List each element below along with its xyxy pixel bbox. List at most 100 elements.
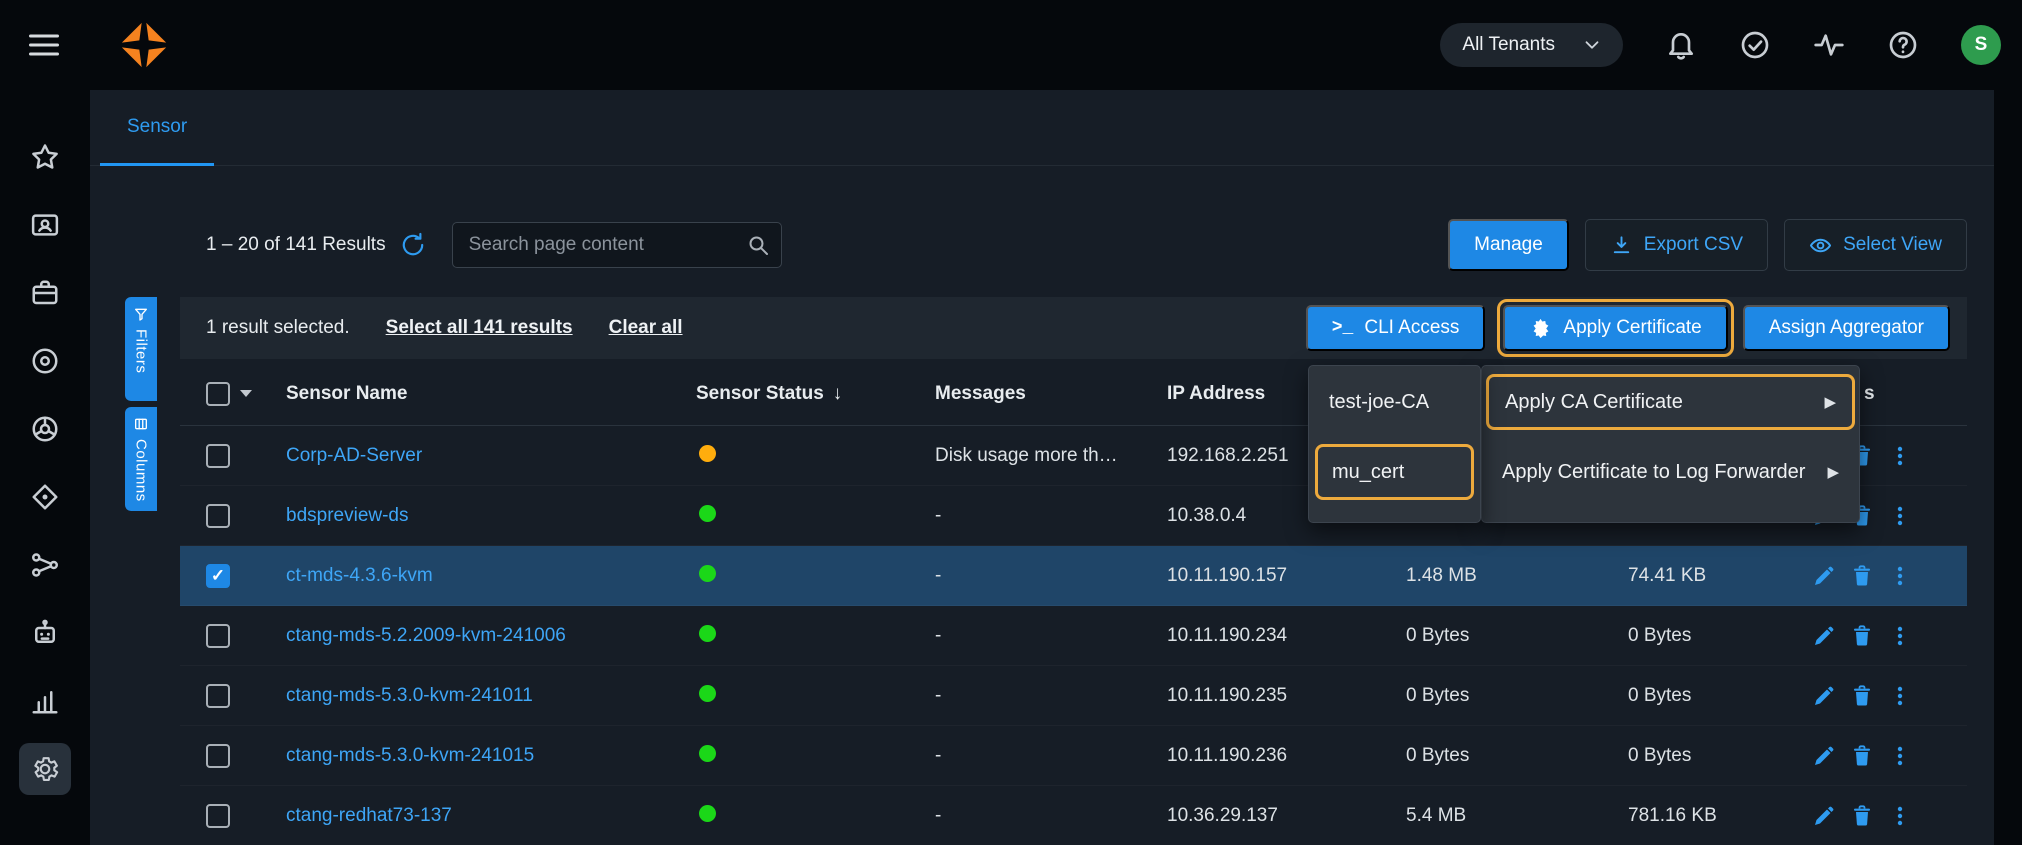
apply-certificate-button[interactable]: Apply Certificate <box>1503 305 1727 351</box>
sensor-name-link[interactable]: bdspreview-ds <box>286 505 409 526</box>
more-options-icon[interactable] <box>1888 564 1912 588</box>
assign-aggregator-button[interactable]: Assign Aggregator <box>1743 305 1950 351</box>
select-all-checkbox[interactable] <box>206 382 230 406</box>
clear-all-link[interactable]: Clear all <box>609 317 683 339</box>
refresh-icon[interactable] <box>400 232 426 258</box>
sensor-name-link[interactable]: ctang-redhat73-137 <box>286 805 452 826</box>
user-avatar[interactable]: S <box>1961 25 2001 65</box>
tenant-selector[interactable]: All Tenants <box>1440 23 1623 67</box>
delete-icon[interactable] <box>1850 804 1874 828</box>
size-cell-2: 0 Bytes <box>1628 625 1812 647</box>
row-checkbox[interactable] <box>206 804 230 828</box>
row-checkbox[interactable] <box>206 624 230 648</box>
status-dot <box>699 625 716 642</box>
header-sensor-status[interactable]: Sensor Status <box>696 383 935 405</box>
cli-access-button[interactable]: >_ CLI Access <box>1306 305 1486 351</box>
edit-icon[interactable] <box>1812 624 1836 648</box>
status-dot <box>699 745 716 762</box>
hamburger-menu-icon[interactable] <box>26 27 62 63</box>
selection-caret-icon[interactable] <box>240 390 252 397</box>
row-checkbox[interactable] <box>206 564 230 588</box>
header-sensor-name[interactable]: Sensor Name <box>286 383 696 405</box>
sensor-name-link[interactable]: ctang-mds-5.3.0-kvm-241011 <box>286 685 533 706</box>
more-options-icon[interactable] <box>1888 804 1912 828</box>
certificate-seal-icon <box>1529 317 1552 340</box>
select-all-link[interactable]: Select all 141 results <box>386 317 573 339</box>
delete-icon[interactable] <box>1850 564 1874 588</box>
header-messages[interactable]: Messages <box>935 383 1167 405</box>
network-nodes-icon[interactable] <box>28 548 62 582</box>
more-options-icon[interactable] <box>1888 444 1912 468</box>
tab-bar: Sensor <box>90 90 1994 166</box>
main-panel: Sensor 1 – 20 of 141 Results Manage Expo… <box>90 90 1994 845</box>
sensor-name-link[interactable]: ctang-mds-5.3.0-kvm-241015 <box>286 745 534 766</box>
row-checkbox[interactable] <box>206 504 230 528</box>
submenu-item-mu-cert[interactable]: mu_cert <box>1315 444 1474 500</box>
menu-item-apply-ca-certificate[interactable]: Apply CA Certificate ▶ <box>1486 374 1855 430</box>
manage-button-label: Manage <box>1474 234 1543 256</box>
more-options-icon[interactable] <box>1888 684 1912 708</box>
sensor-name-link[interactable]: ctang-mds-5.2.2009-kvm-241006 <box>286 625 566 646</box>
messages-cell: - <box>935 565 1167 587</box>
eye-icon <box>1809 234 1832 257</box>
more-options-icon[interactable] <box>1888 504 1912 528</box>
help-icon[interactable] <box>1887 29 1919 61</box>
edit-icon[interactable] <box>1812 684 1836 708</box>
reports-chart-icon[interactable] <box>28 684 62 718</box>
analytics-wheel-icon[interactable] <box>28 412 62 446</box>
tenant-selector-value: All Tenants <box>1462 34 1555 56</box>
sensor-name-link[interactable]: ct-mds-4.3.6-kvm <box>286 565 433 586</box>
disc-icon[interactable] <box>28 344 62 378</box>
notifications-bell-icon[interactable] <box>1665 29 1697 61</box>
filters-side-tab[interactable]: Filters <box>125 297 157 401</box>
size-cell-1: 0 Bytes <box>1406 685 1628 707</box>
chevron-down-icon <box>1581 34 1603 56</box>
selection-bar: 1 result selected. Select all 141 result… <box>180 297 1967 359</box>
delete-icon[interactable] <box>1850 684 1874 708</box>
apply-certificate-highlight-ring: Apply Certificate <box>1497 299 1733 357</box>
download-icon <box>1610 234 1633 257</box>
manage-button[interactable]: Manage <box>1448 219 1569 271</box>
activity-pulse-icon[interactable] <box>1813 29 1845 61</box>
row-checkbox[interactable] <box>206 744 230 768</box>
menu-item-apply-cert-log-forwarder[interactable]: Apply Certificate to Log Forwarder ▶ <box>1486 444 1855 500</box>
submenu-item-test-joe-ca[interactable]: test-joe-CA <box>1315 374 1474 430</box>
edit-icon[interactable] <box>1812 804 1836 828</box>
menu-item-label: Apply Certificate to Log Forwarder <box>1502 461 1805 484</box>
table-row: ctang-mds-5.2.2009-kvm-241006 - 10.11.19… <box>180 606 1967 666</box>
select-view-button[interactable]: Select View <box>1784 219 1967 271</box>
automation-robot-icon[interactable] <box>28 616 62 650</box>
size-cell-1: 1.48 MB <box>1406 565 1628 587</box>
topbar-icons <box>1665 29 1919 61</box>
tab-sensor[interactable]: Sensor <box>100 90 214 166</box>
search-box <box>452 222 782 268</box>
size-cell-2: 781.16 KB <box>1628 805 1812 827</box>
table-row: ctang-mds-5.3.0-kvm-241011 - 10.11.190.2… <box>180 666 1967 726</box>
columns-tab-label: Columns <box>133 439 150 502</box>
columns-side-tab[interactable]: Columns <box>125 407 157 511</box>
settings-gear-icon[interactable] <box>19 743 71 795</box>
delete-icon[interactable] <box>1850 744 1874 768</box>
case-briefcase-icon[interactable] <box>28 276 62 310</box>
row-checkbox[interactable] <box>206 444 230 468</box>
edit-icon[interactable] <box>1812 744 1836 768</box>
export-csv-button[interactable]: Export CSV <box>1585 219 1768 271</box>
messages-cell: - <box>935 625 1167 647</box>
export-csv-label: Export CSV <box>1644 234 1743 256</box>
search-input[interactable] <box>452 222 782 268</box>
screen: All Tenants S <box>0 0 2022 845</box>
favorites-star-icon[interactable] <box>28 140 62 174</box>
check-circle-icon[interactable] <box>1739 29 1771 61</box>
cli-access-label: CLI Access <box>1364 317 1459 339</box>
ip-cell: 10.11.190.236 <box>1167 745 1406 767</box>
row-checkbox[interactable] <box>206 684 230 708</box>
certificate-submenu: test-joe-CA mu_cert <box>1308 365 1481 523</box>
detections-card-icon[interactable] <box>28 208 62 242</box>
more-options-icon[interactable] <box>1888 624 1912 648</box>
delete-icon[interactable] <box>1850 624 1874 648</box>
sensor-name-link[interactable]: Corp-AD-Server <box>286 445 422 466</box>
more-options-icon[interactable] <box>1888 744 1912 768</box>
submenu-item-label: test-joe-CA <box>1329 391 1429 414</box>
target-diamond-icon[interactable] <box>28 480 62 514</box>
edit-icon[interactable] <box>1812 564 1836 588</box>
